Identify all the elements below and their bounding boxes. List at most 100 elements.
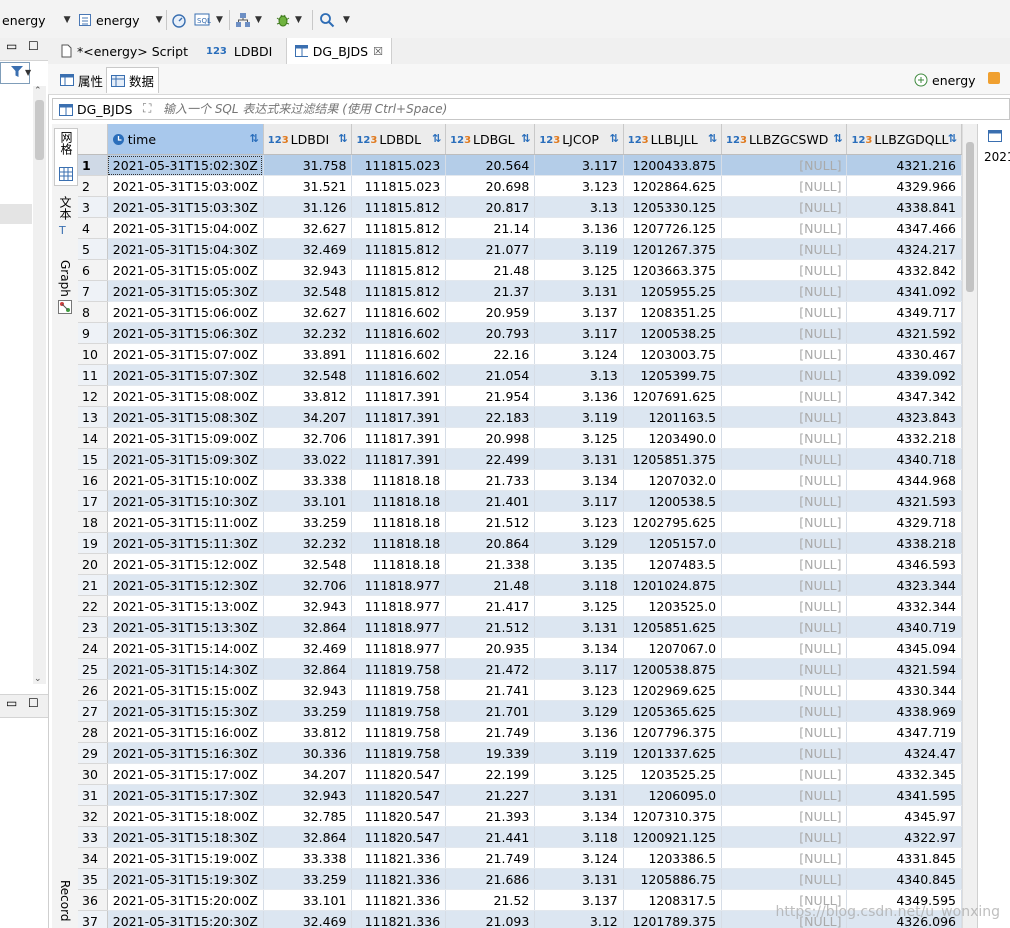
close-icon[interactable]: ☒ xyxy=(373,45,383,58)
view-text-tab[interactable]: 文本 xyxy=(52,196,78,220)
cell-llbljll[interactable]: 1208317.5 xyxy=(623,889,723,911)
cell-ldbgl[interactable]: 21.093 xyxy=(445,910,536,928)
cell-llbljll[interactable]: 1203490.0 xyxy=(623,427,723,449)
cell-ldbdi[interactable]: 32.232 xyxy=(263,532,353,554)
connection-selector[interactable]: energy ▼ xyxy=(2,10,70,30)
expand-icon[interactable]: ⛶ xyxy=(143,101,151,116)
cell-ldbdi[interactable]: 33.338 xyxy=(263,469,353,491)
cell-ldbgl[interactable]: 22.183 xyxy=(445,406,536,428)
cell-ldbdi[interactable]: 32.469 xyxy=(263,238,353,260)
cell-time[interactable]: 2021-05-31T15:04:30Z xyxy=(107,238,264,260)
cell-ljcop[interactable]: 3.118 xyxy=(534,826,624,848)
cell-ldbdl[interactable]: 111815.023 xyxy=(351,175,447,197)
row-number[interactable]: 1 xyxy=(78,154,108,176)
cell-ldbgl[interactable]: 21.37 xyxy=(445,280,536,302)
cell-llbzgcswd[interactable]: [NULL] xyxy=(721,784,848,806)
sort-filter-icon[interactable]: ⇅ xyxy=(338,132,347,145)
table-row[interactable]: 19 2021-05-31T15:11:30Z 32.232 111818.18 20.… xyxy=(78,532,962,554)
cell-ldbdl[interactable]: 111820.547 xyxy=(351,826,447,848)
cell-ldbdi[interactable]: 33.338 xyxy=(263,847,353,869)
cell-llbljll[interactable]: 1203003.75 xyxy=(623,343,723,365)
cell-ldbdi[interactable]: 33.259 xyxy=(263,700,353,722)
row-number[interactable]: 15 xyxy=(78,448,108,470)
table-row[interactable]: 21 2021-05-31T15:12:30Z 32.706 111818.977 21… xyxy=(78,574,962,596)
cell-ldbdi[interactable]: 32.627 xyxy=(263,217,353,239)
cell-llbzgcswd[interactable]: [NULL] xyxy=(721,805,848,827)
cell-time[interactable]: 2021-05-31T15:06:30Z xyxy=(107,322,264,344)
cell-ljcop[interactable]: 3.13 xyxy=(534,196,624,218)
maximize-icon[interactable]: ☐ xyxy=(28,39,39,53)
cell-llbljll[interactable]: 1208351.25 xyxy=(623,301,723,323)
cell-time[interactable]: 2021-05-31T15:10:00Z xyxy=(107,469,264,491)
navigator-selected-item[interactable] xyxy=(0,204,32,224)
cell-ldbdi[interactable]: 32.548 xyxy=(263,280,353,302)
cell-ldbdi[interactable]: 32.706 xyxy=(263,574,353,596)
cell-ldbdi[interactable]: 32.943 xyxy=(263,259,353,281)
row-number[interactable]: 34 xyxy=(78,847,108,869)
cell-llbljll[interactable]: 1203525.25 xyxy=(623,763,723,785)
cell-ldbdl[interactable]: 111818.977 xyxy=(351,616,447,638)
cell-ljcop[interactable]: 3.134 xyxy=(534,469,624,491)
cell-llbzgdqll[interactable]: 4332.344 xyxy=(846,595,962,617)
cell-ljcop[interactable]: 3.125 xyxy=(534,427,624,449)
column-header-ldbdl[interactable]: 123 LDBDL ⇅ xyxy=(351,124,447,155)
row-number[interactable]: 29 xyxy=(78,742,108,764)
table-row[interactable]: 29 2021-05-31T15:16:30Z 30.336 111819.758 19… xyxy=(78,742,962,764)
cell-ldbdi[interactable]: 33.101 xyxy=(263,889,353,911)
cell-ldbgl[interactable]: 19.339 xyxy=(445,742,536,764)
cell-ldbdl[interactable]: 111815.023 xyxy=(351,154,447,176)
cell-ldbdi[interactable]: 32.548 xyxy=(263,553,353,575)
cell-llbljll[interactable]: 1200538.875 xyxy=(623,658,723,680)
cell-llbzgdqll[interactable]: 4329.966 xyxy=(846,175,962,197)
cell-llbzgdqll[interactable]: 4332.842 xyxy=(846,259,962,281)
sort-filter-icon[interactable]: ⇅ xyxy=(250,132,259,145)
table-row[interactable]: 20 2021-05-31T15:12:00Z 32.548 111818.18 21.… xyxy=(78,553,962,575)
cell-ldbdl[interactable]: 111818.18 xyxy=(351,532,447,554)
cell-llbzgcswd[interactable]: [NULL] xyxy=(721,259,848,281)
table-row[interactable]: 31 2021-05-31T15:17:30Z 32.943 111820.547 21… xyxy=(78,784,962,806)
cell-ljcop[interactable]: 3.131 xyxy=(534,784,624,806)
cell-ldbgl[interactable]: 21.441 xyxy=(445,826,536,848)
row-number[interactable]: 14 xyxy=(78,427,108,449)
cell-llbzgdqll[interactable]: 4329.718 xyxy=(846,511,962,533)
cell-llbzgdqll[interactable]: 4322.97 xyxy=(846,826,962,848)
cell-llbzgcswd[interactable]: [NULL] xyxy=(721,406,848,428)
table-row[interactable]: 3 2021-05-31T15:03:30Z 31.126 111815.812 20.… xyxy=(78,196,962,218)
cell-llbzgcswd[interactable]: [NULL] xyxy=(721,448,848,470)
cell-ljcop[interactable]: 3.136 xyxy=(534,385,624,407)
cell-ldbdi[interactable]: 32.864 xyxy=(263,826,353,848)
table-row[interactable]: 15 2021-05-31T15:09:30Z 33.022 111817.391 22… xyxy=(78,448,962,470)
cell-ldbgl[interactable]: 21.48 xyxy=(445,574,536,596)
cell-ldbdl[interactable]: 111821.336 xyxy=(351,868,447,890)
cell-ldbdi[interactable]: 34.207 xyxy=(263,763,353,785)
cell-time[interactable]: 2021-05-31T15:12:30Z xyxy=(107,574,264,596)
cell-llbljll[interactable]: 1201163.5 xyxy=(623,406,723,428)
cell-llbzgcswd[interactable]: [NULL] xyxy=(721,427,848,449)
cell-ldbgl[interactable]: 21.472 xyxy=(445,658,536,680)
cell-ldbdi[interactable]: 32.627 xyxy=(263,301,353,323)
cell-ldbdl[interactable]: 111821.336 xyxy=(351,847,447,869)
cell-llbzgcswd[interactable]: [NULL] xyxy=(721,826,848,848)
cell-ldbdi[interactable]: 33.101 xyxy=(263,490,353,512)
cell-ldbgl[interactable]: 22.199 xyxy=(445,763,536,785)
cell-llbljll[interactable]: 1200921.125 xyxy=(623,826,723,848)
cell-llbzgcswd[interactable]: [NULL] xyxy=(721,280,848,302)
cell-time[interactable]: 2021-05-31T15:15:00Z xyxy=(107,679,264,701)
row-number[interactable]: 13 xyxy=(78,406,108,428)
cell-time[interactable]: 2021-05-31T15:11:00Z xyxy=(107,511,264,533)
cell-ldbdi[interactable]: 32.943 xyxy=(263,679,353,701)
cell-ldbdl[interactable]: 111817.391 xyxy=(351,427,447,449)
cell-ldbgl[interactable]: 20.864 xyxy=(445,532,536,554)
view-record-tab[interactable]: Record xyxy=(52,880,78,921)
cell-ljcop[interactable]: 3.136 xyxy=(534,721,624,743)
cell-ldbdl[interactable]: 111819.758 xyxy=(351,679,447,701)
table-row[interactable]: 14 2021-05-31T15:09:00Z 32.706 111817.391 20… xyxy=(78,427,962,449)
cell-ldbgl[interactable]: 21.227 xyxy=(445,784,536,806)
cell-llbzgdqll[interactable]: 4324.47 xyxy=(846,742,962,764)
cell-ldbdi[interactable]: 33.259 xyxy=(263,511,353,533)
cell-time[interactable]: 2021-05-31T15:17:00Z xyxy=(107,763,264,785)
row-number[interactable]: 3 xyxy=(78,196,108,218)
cell-ljcop[interactable]: 3.131 xyxy=(534,448,624,470)
cell-ldbdl[interactable]: 111818.18 xyxy=(351,553,447,575)
row-number[interactable]: 33 xyxy=(78,826,108,848)
